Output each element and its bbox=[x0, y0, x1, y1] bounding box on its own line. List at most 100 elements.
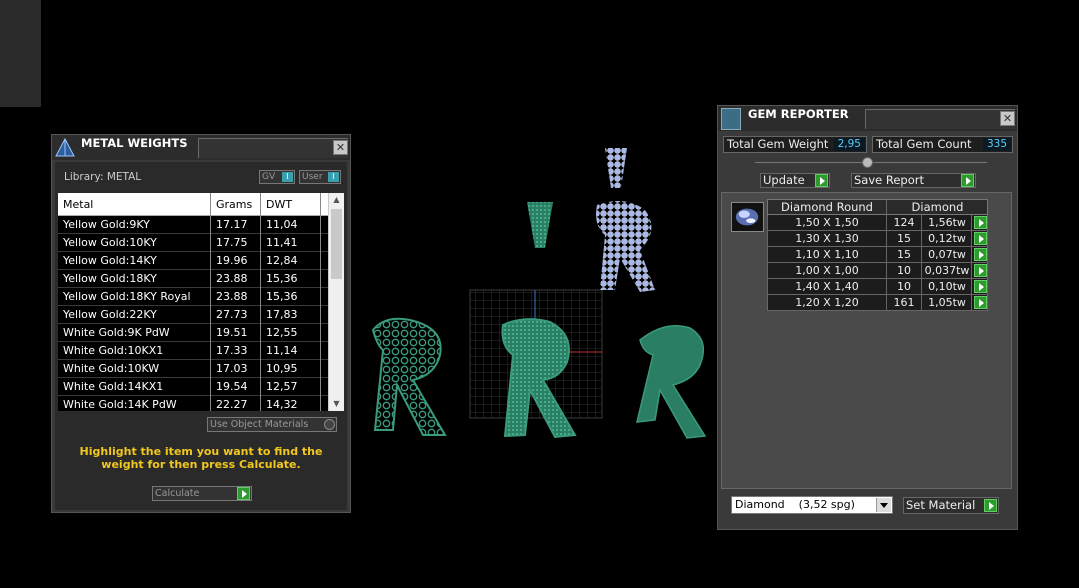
play-arrow-icon[interactable] bbox=[974, 264, 987, 277]
column-divider bbox=[971, 247, 972, 262]
use-object-materials-toggle[interactable]: Use Object Materials bbox=[207, 417, 337, 432]
gem-row[interactable]: 1,40 X 1,40 10 0,10tw bbox=[767, 279, 988, 295]
user-toggle-switch: I bbox=[328, 172, 339, 182]
gem-size-cell: 1,40 X 1,40 bbox=[795, 280, 859, 293]
metal-cell: Yellow Gold:14KY bbox=[63, 254, 157, 267]
table-row[interactable]: Yellow Gold:22KY 27.73 17,83 bbox=[58, 306, 328, 324]
gem-row[interactable]: 1,20 X 1,20 161 1,05tw bbox=[767, 295, 988, 311]
use-object-materials-label: Use Object Materials bbox=[210, 419, 309, 430]
column-divider bbox=[320, 193, 321, 411]
gem-col-header-type: Diamond bbox=[911, 200, 964, 214]
material-select[interactable]: Diamond (3,52 spg) bbox=[731, 496, 893, 514]
instruction-text: Highlight the item you want to find the … bbox=[79, 445, 323, 471]
dwt-cell: 12,55 bbox=[266, 326, 298, 339]
diamond-gem-icon[interactable] bbox=[731, 202, 764, 232]
gem-weight-cell: 0,12tw bbox=[928, 232, 966, 245]
metal-table: Metal Grams DWT Yellow Gold:9KY 17.17 11,0… bbox=[58, 193, 344, 411]
play-arrow-icon bbox=[984, 499, 997, 512]
library-label: Library: METAL bbox=[64, 171, 142, 183]
gem-reporter-titlebar[interactable]: GEM REPORTER ✕ bbox=[718, 106, 1017, 131]
table-row[interactable]: White Gold:10KX1 17.33 11,14 bbox=[58, 342, 328, 360]
play-arrow-icon[interactable] bbox=[974, 248, 987, 261]
gem-count-cell: 15 bbox=[897, 232, 911, 245]
gv-toggle-label: GV bbox=[262, 172, 276, 182]
col-header-metal[interactable]: Metal bbox=[63, 198, 93, 211]
user-toggle[interactable]: User I bbox=[299, 170, 341, 184]
col-header-dwt[interactable]: DWT bbox=[266, 198, 292, 211]
metal-weights-titlebar[interactable]: METAL WEIGHTS ✕ bbox=[52, 135, 350, 160]
scroll-up-icon[interactable]: ▲ bbox=[329, 193, 344, 207]
stone-r-model[interactable] bbox=[596, 201, 655, 292]
play-arrow-icon[interactable] bbox=[974, 232, 987, 245]
close-icon[interactable]: ✕ bbox=[1000, 111, 1015, 126]
col-header-grams[interactable]: Grams bbox=[216, 198, 252, 211]
play-arrow-icon[interactable] bbox=[974, 216, 987, 229]
gem-rows: 1,50 X 1,50 124 1,56tw 1,30 X 1,30 15 0,12tw 1… bbox=[767, 215, 988, 311]
scroll-thumb[interactable] bbox=[331, 209, 342, 279]
dwt-cell: 14,32 bbox=[266, 398, 298, 411]
gem-size-cell: 1,00 X 1,00 bbox=[795, 264, 859, 277]
play-arrow-icon[interactable] bbox=[974, 280, 987, 293]
set-material-button[interactable]: Set Material bbox=[903, 497, 999, 514]
gem-weight-cell: 0,10tw bbox=[928, 280, 966, 293]
save-report-label: Save Report bbox=[854, 173, 925, 187]
chevron-down-icon[interactable] bbox=[876, 498, 891, 512]
gem-row[interactable]: 1,30 X 1,30 15 0,12tw bbox=[767, 231, 988, 247]
total-gem-count: Total Gem Count 335 bbox=[872, 136, 1013, 153]
gem-row[interactable]: 1,10 X 1,10 15 0,07tw bbox=[767, 247, 988, 263]
table-row[interactable]: Yellow Gold:10KY 17.75 11,41 bbox=[58, 234, 328, 252]
hex-r-model[interactable] bbox=[371, 317, 447, 436]
table-row[interactable]: Yellow Gold:14KY 19.96 12,84 bbox=[58, 252, 328, 270]
play-arrow-icon[interactable] bbox=[974, 296, 987, 309]
gem-weight-cell: 0,037tw bbox=[924, 264, 970, 277]
save-report-button[interactable]: Save Report bbox=[851, 173, 976, 188]
column-divider bbox=[971, 295, 972, 310]
total-gem-weight-value: 2,95 bbox=[833, 138, 865, 151]
gem-row[interactable]: 1,00 X 1,00 10 0,037tw bbox=[767, 263, 988, 279]
metal-cell: Yellow Gold:22KY bbox=[63, 308, 157, 321]
gem-weight-cell: 1,56tw bbox=[928, 216, 966, 229]
metal-table-header: Metal Grams DWT bbox=[58, 193, 328, 216]
column-divider bbox=[921, 231, 922, 246]
column-divider bbox=[210, 193, 211, 411]
solid-r-model[interactable] bbox=[636, 325, 707, 439]
collapse-knob-icon[interactable] bbox=[862, 157, 873, 168]
column-divider bbox=[886, 215, 887, 230]
gem-row[interactable]: 1,50 X 1,50 124 1,56tw bbox=[767, 215, 988, 231]
grams-cell: 17.03 bbox=[216, 362, 248, 375]
3d-viewport[interactable] bbox=[355, 140, 715, 450]
grams-cell: 27.73 bbox=[216, 308, 248, 321]
table-row[interactable]: Yellow Gold:9KY 17.17 11,04 bbox=[58, 216, 328, 234]
metal-table-scrollbar[interactable]: ▲ ▼ bbox=[328, 193, 344, 411]
column-divider bbox=[886, 263, 887, 278]
viewport-corner-panel bbox=[0, 0, 41, 107]
metal-cell: White Gold:14K PdW bbox=[63, 398, 177, 411]
calculate-button[interactable]: Calculate bbox=[152, 486, 252, 501]
column-divider bbox=[886, 295, 887, 310]
grams-cell: 19.51 bbox=[216, 326, 248, 339]
user-toggle-label: User bbox=[302, 172, 323, 182]
table-row[interactable]: White Gold:14K PdW 22.27 14,32 bbox=[58, 396, 328, 411]
metal-weights-body: Library: METAL GV I User I Metal Grams D… bbox=[55, 162, 347, 510]
gv-toggle[interactable]: GV I bbox=[259, 170, 295, 184]
gem-weight-cell: 0,07tw bbox=[928, 248, 966, 261]
column-divider bbox=[886, 247, 887, 262]
grams-cell: 22.27 bbox=[216, 398, 248, 411]
stone-bail-model[interactable] bbox=[605, 148, 627, 188]
gem-weight-cell: 1,05tw bbox=[928, 296, 966, 309]
scroll-down-icon[interactable]: ▼ bbox=[329, 397, 344, 411]
table-row[interactable]: White Gold:10KW 17.03 10,95 bbox=[58, 360, 328, 378]
total-gem-count-label: Total Gem Count bbox=[876, 137, 972, 151]
column-divider bbox=[921, 279, 922, 294]
table-row[interactable]: White Gold:14KX1 19.54 12,57 bbox=[58, 378, 328, 396]
table-row[interactable]: White Gold:9K PdW 19.51 12,55 bbox=[58, 324, 328, 342]
pave-apostrophe-model[interactable] bbox=[527, 202, 553, 248]
close-icon[interactable]: ✕ bbox=[333, 140, 348, 155]
column-divider bbox=[260, 193, 261, 411]
table-row[interactable]: Yellow Gold:18KY Royal 23.88 15,36 bbox=[58, 288, 328, 306]
column-divider bbox=[886, 231, 887, 246]
update-button[interactable]: Update bbox=[760, 173, 830, 188]
dwt-cell: 10,95 bbox=[266, 362, 298, 375]
total-gem-weight-label: Total Gem Weight bbox=[727, 137, 829, 151]
table-row[interactable]: Yellow Gold:18KY 23.88 15,36 bbox=[58, 270, 328, 288]
